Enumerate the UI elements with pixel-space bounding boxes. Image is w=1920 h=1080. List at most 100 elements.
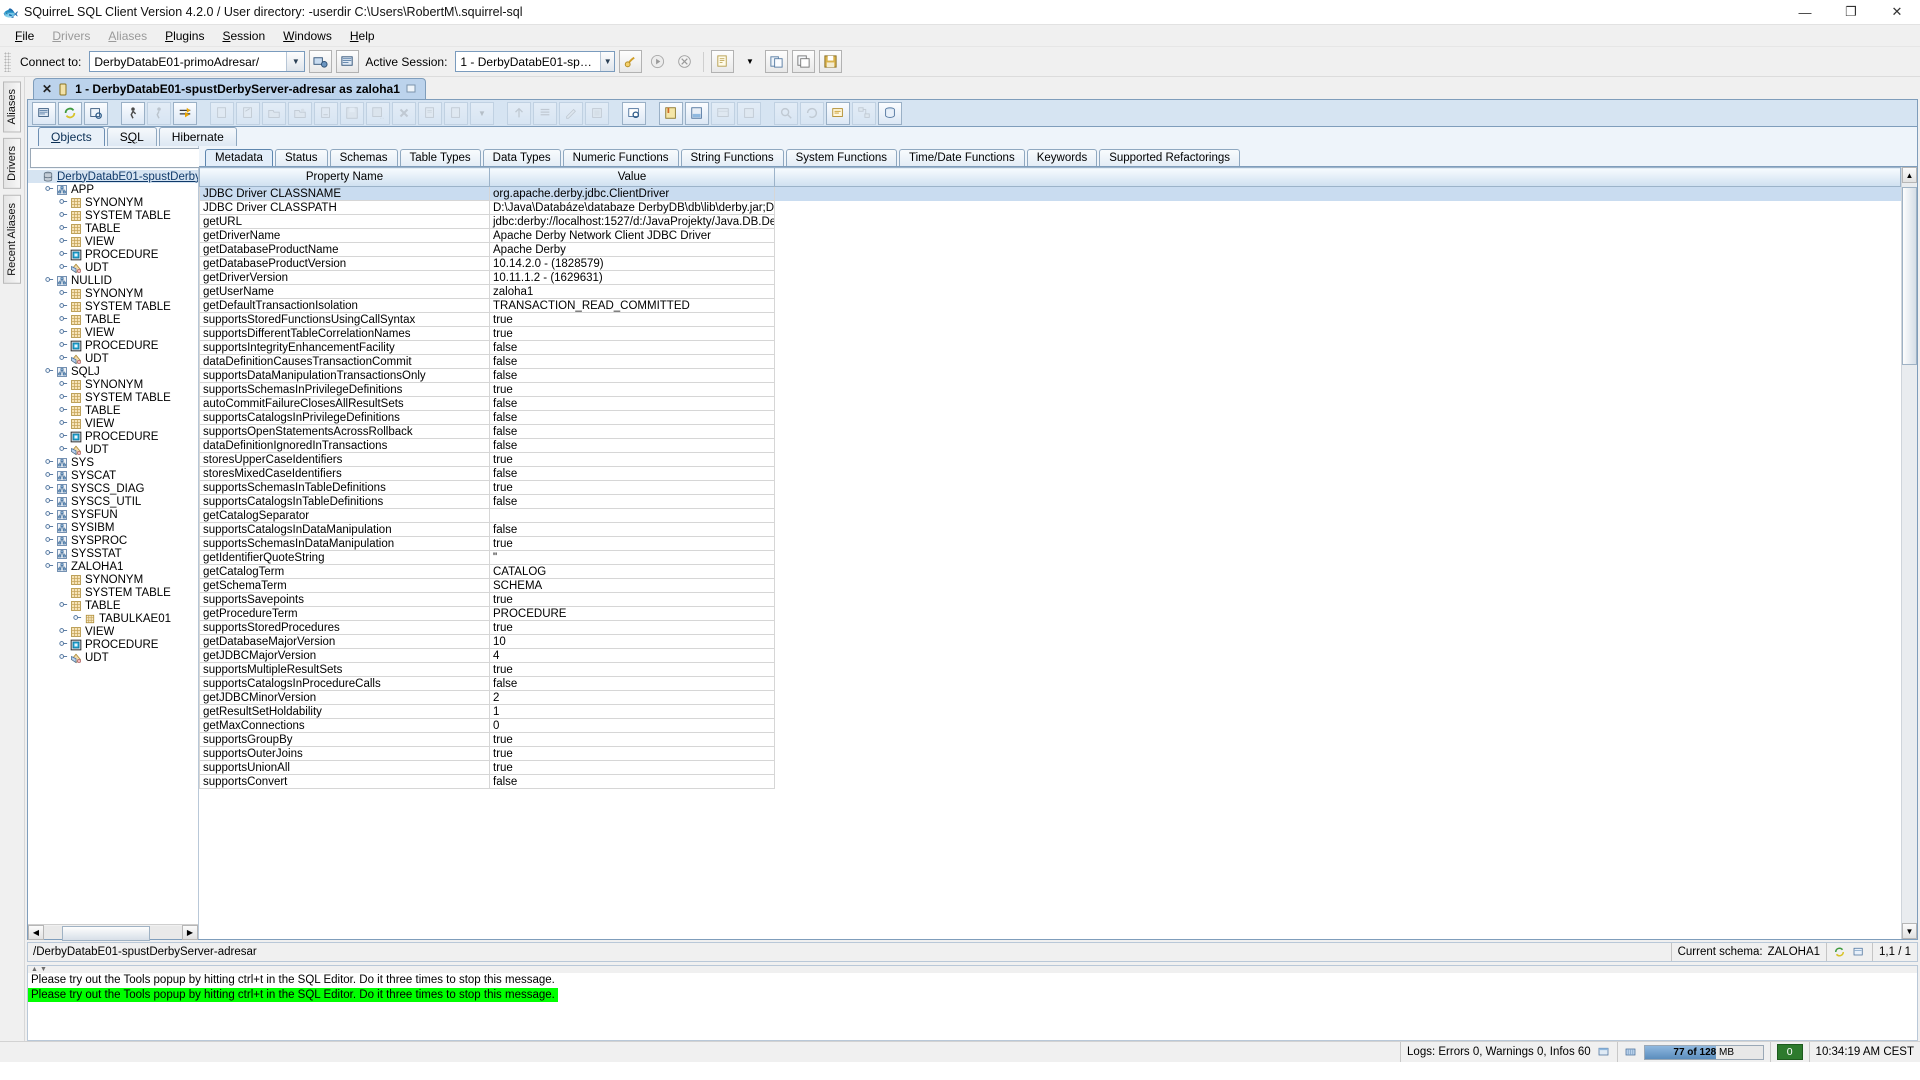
collapse-toggle-icon[interactable] bbox=[58, 236, 69, 247]
tree-node-view[interactable]: VIEW bbox=[28, 417, 198, 430]
session-combo[interactable]: 1 - DerbyDatabE01-spustDerb... ▼ bbox=[455, 51, 616, 72]
detach-icon[interactable] bbox=[406, 83, 417, 96]
cancel-icon[interactable] bbox=[673, 50, 696, 73]
print-icon[interactable] bbox=[418, 101, 442, 125]
table-row[interactable]: getDatabaseProductVersion 10.14.2.0 - (18… bbox=[199, 256, 1901, 271]
erd-graph-icon[interactable] bbox=[852, 101, 876, 125]
metadata-tab-schemas[interactable]: Schemas bbox=[329, 149, 398, 166]
table-row[interactable]: getIdentifierQuoteString " bbox=[199, 550, 1901, 565]
close-button[interactable]: ✕ bbox=[1874, 0, 1920, 24]
collapse-toggle-icon[interactable] bbox=[44, 548, 55, 559]
tree-node-view[interactable]: VIEW bbox=[28, 235, 198, 248]
open-file-icon[interactable] bbox=[262, 101, 286, 125]
collapse-toggle-icon[interactable] bbox=[58, 431, 69, 442]
collapse-toggle-icon[interactable] bbox=[58, 353, 69, 364]
collapse-toggle-icon[interactable] bbox=[58, 288, 69, 299]
tree-node-procedure[interactable]: PROCEDURE bbox=[28, 638, 198, 651]
collapse-toggle-icon[interactable] bbox=[44, 483, 55, 494]
metadata-tab-time-date-functions[interactable]: Time/Date Functions bbox=[899, 149, 1025, 166]
toggle-panel-icon[interactable] bbox=[585, 101, 609, 125]
collapse-toggle-icon[interactable] bbox=[58, 327, 69, 338]
collapse-toggle-icon[interactable] bbox=[58, 639, 69, 650]
collapse-toggle-icon[interactable] bbox=[58, 418, 69, 429]
table-row[interactable]: getSchemaTerm SCHEMA bbox=[199, 578, 1901, 593]
table-row[interactable]: getUserName zaloha1 bbox=[199, 284, 1901, 299]
tree-node-sys[interactable]: SYS bbox=[28, 456, 198, 469]
tree-node-synonym[interactable]: SYNONYM bbox=[28, 196, 198, 209]
collapse-toggle-icon[interactable] bbox=[58, 626, 69, 637]
tree-node-udt[interactable]: UDT bbox=[28, 651, 198, 664]
append-file-icon[interactable] bbox=[314, 101, 338, 125]
table-row[interactable]: supportsUnionAll true bbox=[199, 760, 1901, 775]
tree-node-sysstat[interactable]: SYSSTAT bbox=[28, 547, 198, 560]
menu-file[interactable]: File bbox=[6, 27, 43, 45]
table-row[interactable]: getJDBCMajorVersion 4 bbox=[199, 648, 1901, 663]
alias-combo[interactable]: DerbyDatabE01-primoAdresar/ ▼ bbox=[89, 51, 306, 72]
table-row[interactable]: supportsOpenStatementsAcrossRollback fals… bbox=[199, 424, 1901, 439]
table-row[interactable]: getCatalogSeparator bbox=[199, 508, 1901, 523]
tree-node-synonym[interactable]: SYNONYM bbox=[28, 378, 198, 391]
tree-node-sysfun[interactable]: SYSFUN bbox=[28, 508, 198, 521]
tree-node-nullid[interactable]: NULLID bbox=[28, 274, 198, 287]
chevron-down-icon[interactable]: ▼ bbox=[738, 50, 761, 73]
tree-node-procedure[interactable]: PROCEDURE bbox=[28, 339, 198, 352]
rail-tab-drivers[interactable]: Drivers bbox=[3, 138, 21, 190]
edit-file-icon[interactable] bbox=[236, 101, 260, 125]
tree-node-view[interactable]: VIEW bbox=[28, 326, 198, 339]
table-row[interactable]: getMaxConnections 0 bbox=[199, 718, 1901, 733]
tree-node-synonym[interactable]: SYNONYM bbox=[28, 573, 198, 586]
collapse-toggle-icon[interactable] bbox=[58, 314, 69, 325]
tree-node-synonym[interactable]: SYNONYM bbox=[28, 287, 198, 300]
maximize-button[interactable]: ❐ bbox=[1828, 0, 1874, 24]
table-row[interactable]: getCatalogTerm CATALOG bbox=[199, 564, 1901, 579]
collapse-toggle-icon[interactable] bbox=[44, 522, 55, 533]
table-row[interactable]: supportsCatalogsInDataManipulation false bbox=[199, 522, 1901, 537]
execute-sql-icon[interactable] bbox=[121, 101, 145, 125]
collapse-toggle-icon[interactable] bbox=[44, 509, 55, 520]
expand-toggle-icon[interactable] bbox=[44, 561, 55, 572]
collapse-toggle-icon[interactable] bbox=[44, 496, 55, 507]
metadata-tab-data-types[interactable]: Data Types bbox=[482, 149, 561, 166]
collapse-toggle-icon[interactable] bbox=[58, 444, 69, 455]
table-row[interactable]: supportsSavepoints true bbox=[199, 592, 1901, 607]
table-row[interactable]: JDBC Driver CLASSPATH D:\Java\Databáze\da… bbox=[199, 200, 1901, 215]
chevron-down-icon[interactable]: ▼ bbox=[286, 52, 305, 71]
metadata-tab-numeric-functions[interactable]: Numeric Functions bbox=[562, 149, 679, 166]
tree-node-zaloha1[interactable]: ZALOHA1 bbox=[28, 560, 198, 573]
format-sql-icon[interactable] bbox=[559, 101, 583, 125]
tree-horizontal-scrollbar[interactable]: ◀ ▶ bbox=[28, 924, 198, 941]
save-as-icon[interactable]: ... bbox=[366, 101, 390, 125]
commit-icon[interactable] bbox=[173, 101, 197, 125]
find-icon[interactable] bbox=[774, 101, 798, 125]
table-row[interactable]: supportsCatalogsInProcedureCalls false bbox=[199, 676, 1901, 691]
toolbar-dropdown-icon[interactable]: ▼ bbox=[470, 101, 494, 125]
table-row[interactable]: getDefaultTransactionIsolation TRANSACTIO… bbox=[199, 298, 1901, 313]
tree-node-system-table[interactable]: SYSTEM TABLE bbox=[28, 586, 198, 599]
collapse-toggle-icon[interactable] bbox=[58, 223, 69, 234]
table-row[interactable]: getDriverName Apache Derby Network Client… bbox=[199, 228, 1901, 243]
tree-node-view[interactable]: VIEW bbox=[28, 625, 198, 638]
table-row[interactable]: autoCommitFailureClosesAllResultSets fals… bbox=[199, 396, 1901, 411]
run-sql-icon[interactable] bbox=[619, 50, 643, 73]
scroll-right-icon[interactable]: ▶ bbox=[182, 924, 198, 940]
table-row[interactable]: getDriverVersion 10.11.1.2 - (1629631) bbox=[199, 270, 1901, 285]
memory-cell[interactable]: 77 of 128 MB bbox=[1616, 1042, 1770, 1062]
metadata-tab-supported-refactorings[interactable]: Supported Refactorings bbox=[1099, 149, 1241, 166]
tree-node-procedure[interactable]: PROCEDURE bbox=[28, 248, 198, 261]
metadata-tab-table-types[interactable]: Table Types bbox=[399, 149, 481, 166]
schema-properties-icon[interactable] bbox=[1852, 946, 1866, 959]
table-row[interactable]: storesUpperCaseIdentifiers true bbox=[199, 452, 1901, 467]
tab-objects[interactable]: Objects bbox=[38, 127, 105, 146]
scroll-down-icon[interactable]: ▼ bbox=[1902, 923, 1917, 939]
table-row[interactable]: supportsDataManipulationTransactionsOnly… bbox=[199, 368, 1901, 383]
metadata-vertical-scrollbar[interactable]: ▲ ▼ bbox=[1901, 167, 1917, 939]
metadata-tab-string-functions[interactable]: String Functions bbox=[680, 149, 784, 166]
pin-tab-icon[interactable] bbox=[737, 101, 761, 125]
session-properties-icon[interactable] bbox=[32, 101, 56, 125]
table-row[interactable]: supportsOuterJoins true bbox=[199, 746, 1901, 761]
table-row[interactable]: supportsDifferentTableCorrelationNames tr… bbox=[199, 326, 1901, 341]
table-row[interactable]: supportsConvert false bbox=[199, 774, 1901, 789]
sql-filter-icon[interactable] bbox=[84, 101, 108, 125]
table-row[interactable]: supportsGroupBy true bbox=[199, 732, 1901, 747]
table-row[interactable]: getJDBCMinorVersion 2 bbox=[199, 690, 1901, 705]
